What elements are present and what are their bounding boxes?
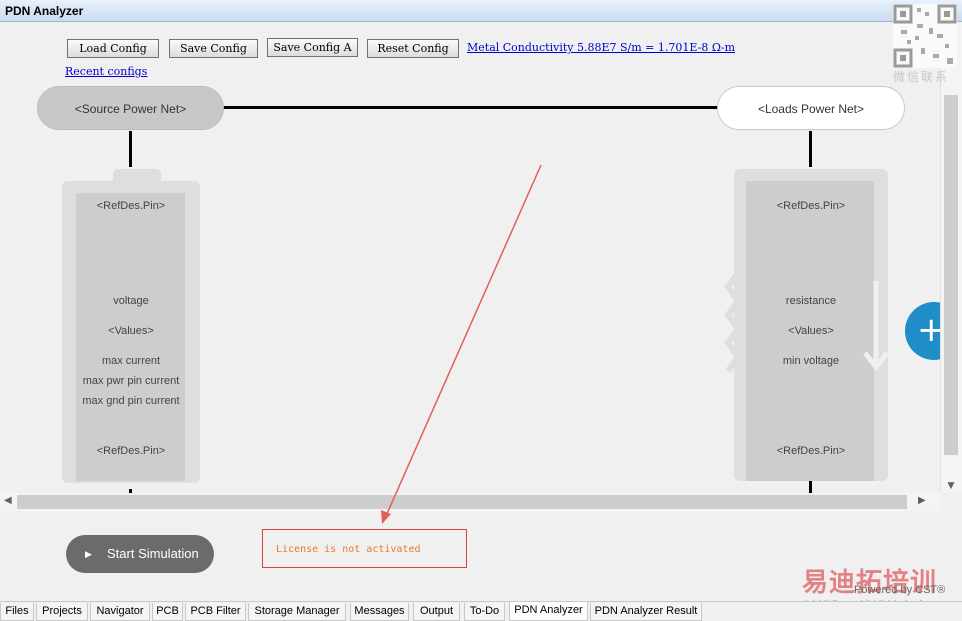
zigzag-edge-icon: [724, 273, 742, 373]
tab-pcb[interactable]: PCB: [152, 603, 183, 621]
source-max-gnd-pin-current-label: max gnd pin current: [82, 395, 180, 407]
license-status-box: License is not activated: [262, 529, 467, 568]
loads-top-pin[interactable]: <RefDes.Pin>: [734, 200, 888, 212]
down-arrow-icon: [863, 281, 889, 372]
title-bar: PDN Analyzer ▾ ⊼ ✕: [0, 0, 962, 22]
source-voltage-label: voltage: [113, 295, 149, 307]
net-connection-line: [222, 106, 720, 109]
scroll-left-icon[interactable]: ◀: [4, 495, 16, 506]
source-connector-line: [129, 131, 132, 167]
save-config-a-button[interactable]: Save Config A: [267, 38, 358, 57]
window-title: PDN Analyzer: [5, 4, 84, 18]
source-card-tab: [113, 169, 161, 183]
loads-bottom-connector: [809, 481, 812, 493]
vertical-scroll-thumb[interactable]: [944, 95, 958, 455]
scroll-down-icon[interactable]: ▼: [945, 481, 957, 491]
tab-navigator[interactable]: Navigator: [90, 603, 150, 621]
loads-power-net[interactable]: <Loads Power Net>: [717, 86, 905, 130]
tab-to-do[interactable]: To-Do: [464, 603, 505, 621]
tab-projects[interactable]: Projects: [36, 603, 88, 621]
loads-connector-line: [809, 131, 812, 167]
qr-code-icon: [893, 4, 957, 68]
source-values[interactable]: <Values>: [62, 325, 200, 337]
load-config-button[interactable]: Load Config: [67, 39, 159, 58]
tab-storage-manager[interactable]: Storage Manager: [248, 603, 346, 621]
source-power-net[interactable]: <Source Power Net>: [37, 86, 224, 130]
source-max-pwr-pin-current-label: max pwr pin current: [82, 375, 180, 387]
pdn-canvas: Load Config Save Config Save Config A Re…: [0, 23, 940, 493]
save-config-button[interactable]: Save Config: [169, 39, 258, 58]
source-bottom-pin[interactable]: <RefDes.Pin>: [62, 445, 200, 457]
source-card-body: [76, 193, 185, 481]
panel-tabs: Files Projects Navigator PCB PCB Filter …: [0, 601, 962, 621]
reset-config-button[interactable]: Reset Config: [367, 39, 459, 58]
source-card[interactable]: <RefDes.Pin> voltage <Values> max curren…: [62, 181, 200, 483]
start-simulation-button[interactable]: ▶ Start Simulation: [66, 535, 214, 573]
tab-files[interactable]: Files: [0, 603, 34, 621]
tab-pdn-analyzer[interactable]: PDN Analyzer: [509, 602, 588, 621]
start-simulation-label: Start Simulation: [107, 546, 199, 561]
recent-configs-link[interactable]: Recent configs: [65, 65, 147, 78]
source-max-current-label: max current: [101, 355, 161, 367]
play-icon: ▶: [85, 549, 92, 559]
wechat-watermark: 微信联系: [893, 70, 950, 84]
horizontal-scrollbar[interactable]: ◀ ▶: [0, 493, 940, 511]
tab-pdn-analyzer-result[interactable]: PDN Analyzer Result: [590, 603, 702, 621]
tab-output[interactable]: Output: [413, 603, 460, 621]
loads-bottom-pin[interactable]: <RefDes.Pin>: [734, 445, 888, 457]
vertical-scrollbar[interactable]: ▲ ▼: [940, 23, 962, 493]
source-top-pin[interactable]: <RefDes.Pin>: [62, 200, 200, 212]
powered-by-watermark: Powered by CST®: [854, 584, 946, 596]
metal-conductivity-link[interactable]: Metal Conductivity 5.88E7 S/m = 1.701E-8…: [467, 41, 735, 54]
tab-messages[interactable]: Messages: [350, 603, 409, 621]
tab-pcb-filter[interactable]: PCB Filter: [185, 603, 246, 621]
horizontal-scroll-thumb[interactable]: [17, 495, 907, 509]
scroll-right-icon[interactable]: ▶: [918, 495, 930, 506]
